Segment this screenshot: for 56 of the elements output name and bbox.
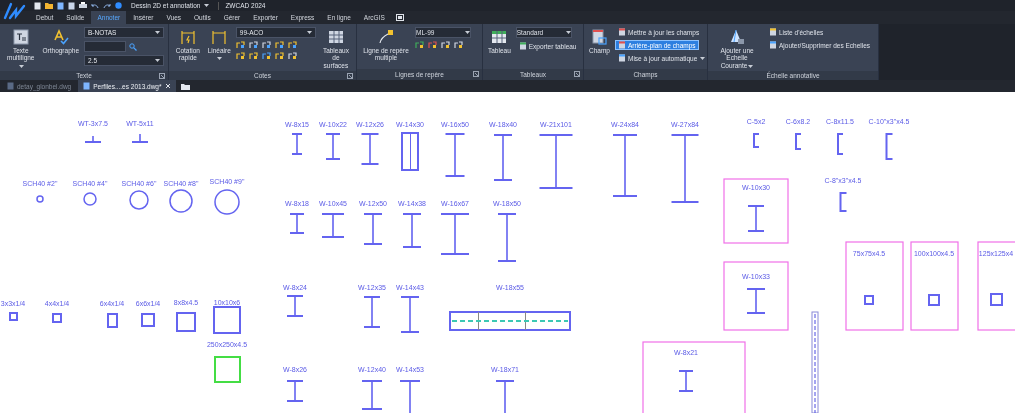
globe-icon[interactable] xyxy=(115,2,122,9)
small-tool-icon xyxy=(769,28,777,36)
small-tool-icon xyxy=(617,28,626,36)
table-icon xyxy=(491,29,508,45)
tool-icon[interactable] xyxy=(235,41,245,49)
tool-icon[interactable] xyxy=(248,52,258,60)
quick-dimension-icon xyxy=(179,29,196,45)
caret-icon xyxy=(748,64,754,68)
small-tool-icon xyxy=(617,54,626,62)
caret-icon xyxy=(565,31,571,34)
area-table-icon xyxy=(327,29,344,45)
search-icon[interactable] xyxy=(129,42,137,51)
close-icon[interactable] xyxy=(164,83,171,89)
redo-icon[interactable] xyxy=(103,2,111,9)
caret-icon xyxy=(465,31,470,34)
document-icon xyxy=(7,82,14,90)
caret-icon xyxy=(306,31,312,34)
tool-icon[interactable] xyxy=(274,52,284,60)
new-file-icon[interactable] xyxy=(34,1,41,10)
field-icon xyxy=(591,29,608,45)
caret-icon xyxy=(217,57,223,61)
text-box-icon xyxy=(12,29,29,45)
document-icon xyxy=(83,82,91,90)
tool-icon[interactable] xyxy=(287,41,297,49)
spell-check-icon xyxy=(52,29,69,45)
tool-icon[interactable] xyxy=(261,52,271,60)
tool-icon[interactable] xyxy=(415,41,424,49)
printer-icon[interactable] xyxy=(79,2,87,9)
save-as-icon[interactable] xyxy=(68,1,75,10)
profile-frame xyxy=(723,178,789,244)
new-tab-icon[interactable] xyxy=(180,82,190,90)
search-field[interactable] xyxy=(84,41,126,52)
launcher-icon[interactable] xyxy=(473,71,479,77)
tool-icon[interactable] xyxy=(235,52,245,60)
tool-icon[interactable] xyxy=(428,41,437,49)
launcher-icon[interactable] xyxy=(347,73,353,80)
window-icon[interactable] xyxy=(395,14,404,21)
caret-icon xyxy=(18,64,24,68)
caret-icon xyxy=(155,59,160,62)
launcher-icon[interactable] xyxy=(574,71,580,77)
profile-frame xyxy=(723,261,789,331)
caret-icon xyxy=(204,4,210,7)
launcher-icon[interactable] xyxy=(159,73,165,80)
linear-dimension-icon xyxy=(211,29,228,45)
folder-icon[interactable] xyxy=(45,2,53,9)
undo-icon[interactable] xyxy=(91,2,99,9)
tool-icon[interactable] xyxy=(274,41,284,49)
app-logo-icon[interactable] xyxy=(2,0,28,22)
save-icon[interactable] xyxy=(57,1,64,10)
caret-icon xyxy=(155,31,160,34)
small-tool-icon xyxy=(518,42,527,50)
small-tool-icon xyxy=(769,41,777,49)
small-tool-icon xyxy=(617,41,626,49)
leader-icon xyxy=(378,29,394,45)
scale-icon xyxy=(729,29,745,45)
caret-icon xyxy=(700,56,706,60)
